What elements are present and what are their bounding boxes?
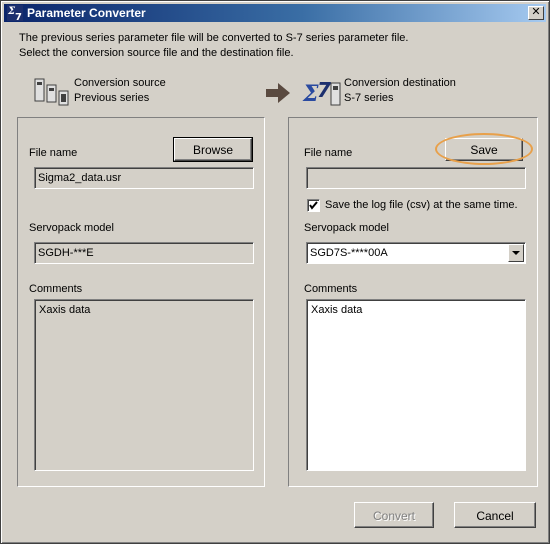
sigma7-drive-icon: Σ 7: [302, 78, 341, 107]
servopack-model-select[interactable]: SGD7S-****00A: [306, 242, 526, 264]
chevron-down-icon: [512, 251, 520, 255]
sigma7-icon: Σ 7: [7, 5, 23, 21]
source-heading-line1: Conversion source: [74, 77, 166, 89]
source-panel: File name Browse Sigma2_data.usr Servopa…: [17, 117, 265, 487]
save-button[interactable]: Save: [445, 138, 523, 161]
right-arrow-icon: [266, 83, 290, 103]
checkmark-icon: [309, 201, 318, 210]
intro-line-1: The previous series parameter file will …: [19, 32, 409, 44]
source-heading-line2: Previous series: [74, 92, 150, 104]
dropdown-button[interactable]: [508, 244, 524, 262]
svg-text:7: 7: [15, 12, 22, 21]
save-button-label: Save: [470, 143, 498, 157]
cancel-button-label: Cancel: [476, 509, 514, 523]
svg-text:7: 7: [317, 78, 331, 102]
destination-file-name-field[interactable]: [306, 167, 526, 189]
destination-file-name-label: File name: [304, 147, 353, 159]
cancel-button[interactable]: Cancel: [454, 502, 536, 528]
convert-button[interactable]: Convert: [354, 502, 434, 528]
servopack-drives-icon: [34, 78, 69, 106]
title-bar[interactable]: Σ 7 Parameter Converter ✕: [4, 4, 546, 22]
source-comments-label: Comments: [29, 283, 83, 295]
servopack-model-value: SGD7S-****00A: [310, 247, 388, 259]
intro-line-2: Select the conversion source file and th…: [19, 47, 294, 59]
parameter-converter-window: Σ 7 Parameter Converter ✕ The previous s…: [0, 0, 550, 544]
destination-panel: File name Save Save the log file (csv) a…: [288, 117, 538, 487]
source-file-name-label: File name: [29, 147, 78, 159]
save-log-label[interactable]: Save the log file (csv) at the same time…: [325, 199, 518, 211]
destination-comments-field[interactable]: Xaxis data: [306, 299, 526, 471]
close-icon: ✕: [531, 6, 541, 18]
destination-comments-label: Comments: [304, 283, 358, 295]
save-log-checkbox[interactable]: [307, 199, 320, 212]
source-file-name-field: Sigma2_data.usr: [34, 167, 254, 189]
source-servopack-field: SGDH-***E: [34, 242, 254, 264]
source-comments-field: Xaxis data: [34, 299, 254, 471]
close-button[interactable]: ✕: [528, 6, 544, 20]
window-title: Parameter Converter: [27, 6, 146, 20]
destination-heading-line1: Conversion destination: [344, 77, 456, 89]
destination-servopack-label: Servopack model: [304, 222, 389, 234]
intro-text: The previous series parameter file will …: [19, 31, 408, 61]
browse-button[interactable]: Browse: [173, 137, 253, 162]
convert-button-label: Convert: [372, 509, 416, 523]
browse-button-label: Browse: [192, 143, 233, 157]
source-servopack-label: Servopack model: [29, 222, 114, 234]
destination-heading-line2: S-7 series: [344, 92, 394, 104]
